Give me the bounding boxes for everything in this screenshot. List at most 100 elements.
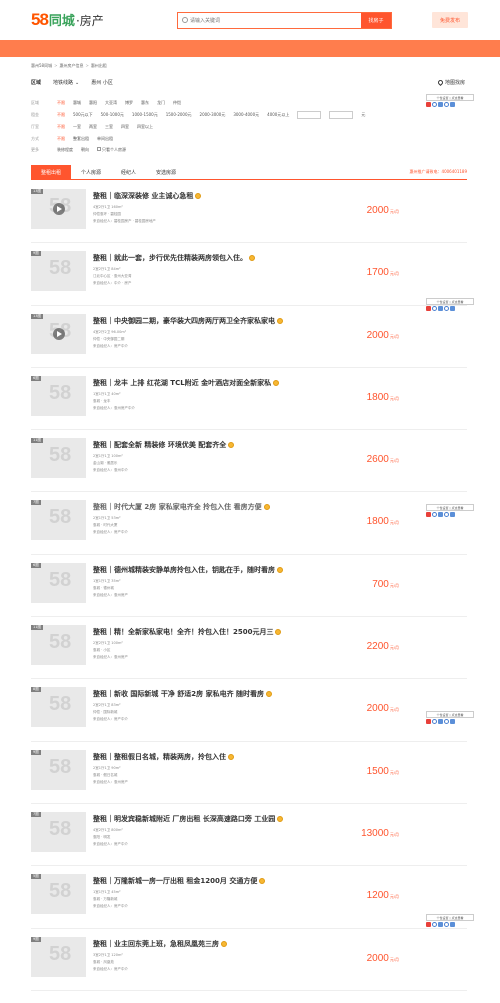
listing-title[interactable]: 整租｜整租假日名城，精装两房，拎包入住: [93, 752, 226, 762]
listing-title[interactable]: 整租｜配套全新 精装修 环境优美 配套齐全: [93, 440, 226, 450]
listing-title[interactable]: 整租｜龙丰 上排 红花湖 TCL附近 金叶酒店对面全新家私: [93, 378, 271, 388]
listing-location[interactable]: 惠城 · 时代大厦: [93, 523, 117, 528]
listing-location[interactable]: 仲恺 · 中央御园二期: [93, 337, 124, 342]
breadcrumb-item[interactable]: 惠州58同城: [31, 63, 52, 69]
site-logo[interactable]: 58 同城 ·房产: [31, 10, 104, 30]
listing-item[interactable]: 58 7图 整租｜明发宾稳新城附近 厂房出租 长深高速路口旁 工业园 4室2厅1…: [31, 804, 467, 867]
play-icon[interactable]: [53, 327, 65, 340]
listing-title-row[interactable]: 整租｜万隆新城一房一厅出租 租金1200月 交通方便: [93, 876, 266, 886]
filter-option[interactable]: 龙门: [157, 100, 165, 106]
listing-item[interactable]: 58 13图 整租｜临深深装修 业主诚心急租 4室2厅1卫 160m² 仲恺惠环…: [31, 181, 467, 244]
listing-thumbnail[interactable]: 58 9图: [31, 936, 86, 977]
personal-only-checkbox[interactable]: 只看个人房源: [97, 147, 126, 153]
listing-location[interactable]: 惠阳 · 明发: [93, 835, 110, 840]
listing-item[interactable]: 58 9图 整租｜业主回东莞上班，急租凤凰苑三房 3室2厅1卫 120m² 惠城…: [31, 929, 467, 991]
grid-icon[interactable]: [450, 306, 455, 311]
filter-option[interactable]: 3000-4000元: [233, 112, 259, 118]
filter-option[interactable]: 500元以下: [73, 112, 93, 118]
sogou-icon[interactable]: [426, 306, 431, 311]
keyboard-icon[interactable]: [438, 719, 443, 724]
grid-icon[interactable]: [450, 922, 455, 927]
listing-title-row[interactable]: 整租｜就此一套，步行优先住精装两房领包入住。: [93, 253, 255, 263]
emoji-icon[interactable]: [444, 306, 449, 311]
circle-icon[interactable]: [432, 306, 437, 311]
listing-thumbnail[interactable]: 58 7图: [31, 811, 86, 852]
filter-option[interactable]: 一室: [73, 124, 81, 130]
listing-location[interactable]: 惠城 · 小区: [93, 648, 110, 653]
listing-location[interactable]: 金山湖 · 雅居乐: [93, 461, 117, 466]
filter-option[interactable]: 惠东: [141, 100, 149, 106]
grid-icon[interactable]: [450, 719, 455, 724]
filter-option[interactable]: 单间出租: [97, 136, 113, 142]
listing-title[interactable]: 整租｜中央御园二期，豪华装大四房两厅两卫全齐家私家电: [93, 316, 275, 326]
filter-option[interactable]: 4000元以上: [267, 112, 289, 118]
tab-personal[interactable]: 个人房源: [71, 165, 111, 180]
tab-region[interactable]: 区域: [31, 79, 41, 86]
listing-title[interactable]: 整租｜业主回东莞上班，急租凤凰苑三房: [93, 939, 219, 949]
emoji-icon[interactable]: [444, 102, 449, 107]
listing-title-row[interactable]: 整租｜时代大厦 2房 家私家电齐全 拎包入住 看房方便: [93, 502, 270, 512]
listing-item[interactable]: 58 8图 整租｜新收 国际新城 干净 舒适2房 家私电齐 随时看房 2室2厅1…: [31, 679, 467, 742]
grid-icon[interactable]: [450, 512, 455, 517]
listing-item[interactable]: 58 6图 整租｜德州城精装安静单房拎包入住，钥匙在手，随时看房 1室1厅1卫 …: [31, 555, 467, 618]
listing-thumbnail[interactable]: 58 9图: [31, 749, 86, 790]
listing-location[interactable]: 江北中心区 · 惠州大亚湾: [93, 274, 131, 279]
keyboard-icon[interactable]: [438, 306, 443, 311]
grid-icon[interactable]: [450, 102, 455, 107]
circle-icon[interactable]: [432, 512, 437, 517]
listing-item[interactable]: 58 9图 整租｜整租假日名城，精装两房，拎包入住 2室1厅1卫 90m² 惠城…: [31, 742, 467, 804]
tab-agent[interactable]: 经纪人: [111, 165, 146, 180]
listing-item[interactable]: 58 6图 整租｜龙丰 上排 红花湖 TCL附近 金叶酒店对面全新家私 1室1厅…: [31, 368, 467, 431]
widget-settings-button[interactable]: 个性设置 | 点这里看: [426, 298, 474, 305]
listing-title-row[interactable]: 整租｜明发宾稳新城附近 厂房出租 长深高速路口旁 工业园: [93, 814, 284, 824]
keyboard-icon[interactable]: [438, 512, 443, 517]
filter-option[interactable]: 整套出租: [73, 136, 89, 142]
rent-min-input[interactable]: [297, 111, 322, 119]
tab-subway[interactable]: 地铁线路 ⌄: [53, 79, 79, 87]
listing-title[interactable]: 整租｜德州城精装安静单房拎包入住，钥匙在手，随时看房: [93, 565, 275, 575]
listing-thumbnail[interactable]: 58 6图: [31, 375, 86, 416]
filter-option[interactable]: 1000-1500元: [132, 112, 158, 118]
circle-icon[interactable]: [432, 922, 437, 927]
filter-option[interactable]: 惠阳: [89, 100, 97, 106]
listing-location[interactable]: 仲恺惠环 · 碧桂园: [93, 212, 121, 217]
breadcrumb-item[interactable]: 惠州出租: [91, 63, 107, 69]
filter-option[interactable]: 四室以上: [137, 124, 153, 130]
play-icon[interactable]: [53, 203, 65, 215]
keyboard-icon[interactable]: [438, 922, 443, 927]
widget-settings-button[interactable]: 个性设置 | 点这里看: [426, 504, 474, 511]
filter-option[interactable]: 博罗: [125, 100, 133, 106]
filter-option[interactable]: 惠城: [73, 100, 81, 106]
tab-whole-rent[interactable]: 整租出租: [31, 165, 72, 180]
filter-option[interactable]: 1500-2000元: [166, 112, 192, 118]
listing-title-row[interactable]: 整租｜中央御园二期，豪华装大四房两厅两卫全齐家私家电: [93, 316, 283, 326]
sogou-icon[interactable]: [426, 102, 431, 107]
filter-option[interactable]: 三室: [105, 124, 113, 130]
listing-title[interactable]: 整租｜就此一套，步行优先住精装两房领包入住。: [93, 253, 247, 263]
listing-thumbnail[interactable]: 58 13图: [31, 189, 86, 229]
filter-option[interactable]: 四室: [121, 124, 129, 130]
filter-option[interactable]: 不限: [57, 100, 65, 106]
emoji-icon[interactable]: [444, 719, 449, 724]
listing-location[interactable]: 惠城 · 凤凰苑: [93, 960, 114, 965]
listing-location[interactable]: 惠城 · 假日名城: [93, 773, 117, 778]
filter-dropdown[interactable]: 朝向: [81, 147, 89, 153]
listing-item[interactable]: 58 11图 整租｜配套全新 精装修 环境优美 配套齐全 2室1厅1卫 100m…: [31, 430, 467, 493]
listing-location[interactable]: 惠城 · 龙丰: [93, 399, 110, 404]
listing-thumbnail[interactable]: 58 11图: [31, 625, 86, 666]
listing-location[interactable]: 惠城 · 德州城: [93, 586, 114, 591]
emoji-icon[interactable]: [444, 512, 449, 517]
map-find-link[interactable]: 地图找房: [436, 78, 465, 87]
listing-title-row[interactable]: 整租｜整租假日名城，精装两房，拎包入住: [93, 752, 234, 762]
filter-option[interactable]: 2000-3000元: [200, 112, 226, 118]
listing-thumbnail[interactable]: 58 9图: [31, 251, 86, 292]
listing-item[interactable]: 58 7图 整租｜时代大厦 2房 家私家电齐全 拎包入住 看房方便 2室1厅1卫…: [31, 492, 467, 555]
circle-icon[interactable]: [432, 102, 437, 107]
listing-title-row[interactable]: 整租｜业主回东莞上班，急租凤凰苑三房: [93, 939, 227, 949]
filter-dropdown[interactable]: 装修程度: [57, 147, 73, 153]
filter-option[interactable]: 不限: [57, 136, 65, 142]
listing-item[interactable]: 58 5图 整租｜万隆新城一房一厅出租 租金1200月 交通方便 1室1厅1卫 …: [31, 866, 467, 929]
listing-location[interactable]: 仲恺 · 国际新城: [93, 710, 117, 715]
listing-title[interactable]: 整租｜临深深装修 业主诚心急租: [93, 191, 193, 201]
widget-settings-button[interactable]: 个性设置 | 点这里看: [426, 914, 474, 921]
